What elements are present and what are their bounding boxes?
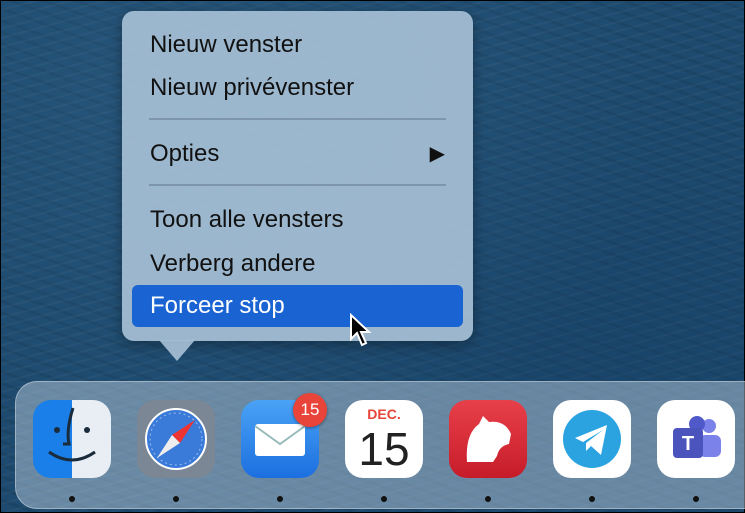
menu-item-force-quit[interactable]: Forceer stop: [132, 285, 463, 327]
svg-text:T: T: [682, 433, 694, 455]
menu-item-hide-others[interactable]: Verberg andere: [132, 243, 463, 285]
menu-item-label: Nieuw venster: [150, 31, 303, 58]
notification-badge: 15: [293, 393, 327, 427]
running-indicator: [589, 496, 595, 502]
running-indicator: [69, 496, 75, 502]
menu-separator: [149, 184, 446, 186]
menu-separator: [149, 118, 446, 120]
running-indicator: [693, 496, 699, 502]
calendar-month: DEC.: [367, 406, 401, 422]
running-indicator: [277, 496, 283, 502]
menu-item-label: Verberg andere: [150, 250, 316, 277]
telegram-icon[interactable]: [553, 400, 631, 478]
menu-item-label: Forceer stop: [150, 292, 285, 319]
menu-item-options[interactable]: Opties ▶: [132, 133, 463, 175]
calendar-day: 15: [358, 423, 410, 475]
menu-item-new-private-window[interactable]: Nieuw privévenster: [132, 67, 463, 109]
teams-icon[interactable]: T: [657, 400, 735, 478]
menu-item-label: Opties: [150, 140, 220, 167]
bear-icon[interactable]: [449, 400, 527, 478]
menu-item-label: Toon alle vensters: [150, 206, 344, 233]
menu-item-new-window[interactable]: Nieuw venster: [132, 24, 463, 66]
mouse-cursor-icon: [350, 313, 372, 347]
context-menu-pointer: [159, 340, 195, 361]
safari-icon[interactable]: [137, 400, 215, 478]
running-indicator: [485, 496, 491, 502]
running-indicator: [381, 496, 387, 502]
menu-item-label: Nieuw privévenster: [150, 74, 355, 101]
submenu-arrow-icon: ▶: [429, 143, 445, 165]
menu-item-show-all-windows[interactable]: Toon alle vensters: [132, 199, 463, 241]
running-indicator: [173, 496, 179, 502]
finder-icon[interactable]: [33, 400, 111, 478]
context-menu: Nieuw venster Nieuw privévenster Opties …: [122, 11, 473, 341]
calendar-icon[interactable]: DEC. 15: [345, 400, 423, 478]
